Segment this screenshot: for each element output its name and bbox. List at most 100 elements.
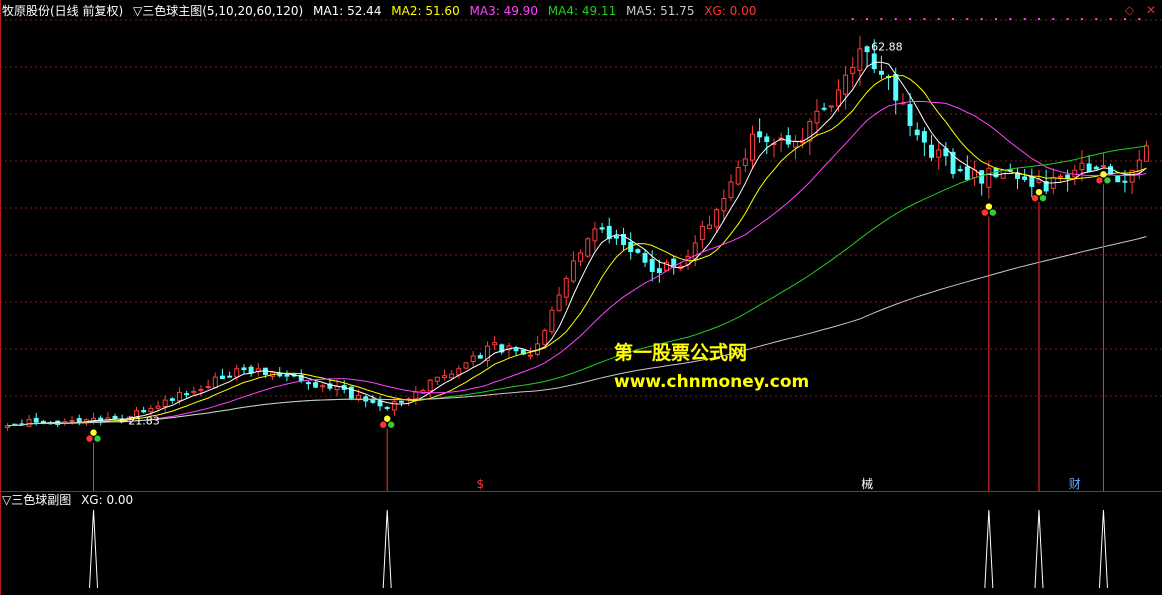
candle-body	[556, 294, 562, 312]
candle-body	[1007, 169, 1013, 172]
diamond-icon[interactable]: ◇	[1125, 3, 1134, 17]
signal-dot	[880, 18, 883, 20]
candle-body	[599, 227, 605, 230]
candle-body	[757, 131, 763, 138]
signal-dot	[851, 18, 854, 20]
candle-body	[1065, 174, 1071, 180]
candle-body	[1122, 180, 1128, 183]
sub-chart-header: ▽三色球副图 XG: 0.00	[2, 492, 139, 508]
candle-body	[699, 225, 705, 240]
candle-body	[148, 407, 154, 413]
signal-dot	[937, 18, 940, 20]
candle-body	[26, 419, 32, 427]
candle-body	[893, 74, 899, 101]
candle-body	[1029, 176, 1035, 187]
candle-body	[241, 367, 247, 371]
candle-body	[434, 376, 440, 382]
ma3-value: MA3: 49.90	[469, 4, 538, 18]
candle-body	[656, 268, 662, 273]
green-ball	[387, 421, 395, 428]
signal-dot	[894, 18, 897, 20]
candle-body	[1143, 145, 1149, 162]
candle-body	[527, 354, 533, 357]
watermark-title: 第一股票公式网	[614, 342, 748, 364]
ma1-value: MA1: 52.44	[313, 4, 382, 18]
candle-body	[1086, 163, 1092, 172]
candle-body	[1072, 169, 1078, 178]
candle-body	[449, 373, 455, 379]
candle-body	[578, 252, 584, 262]
candle-body	[642, 253, 648, 263]
stock-chart-window: 牧原股份(日线 前复权) ▽三色球主图(5,10,20,60,120) MA1:…	[0, 0, 1162, 595]
candle-body	[592, 228, 598, 242]
stock-title[interactable]: 牧原股份(日线 前复权)	[2, 4, 123, 18]
candle-body	[979, 170, 985, 184]
candle-body	[305, 382, 311, 385]
signal-dot	[966, 18, 969, 20]
candle-body	[334, 386, 340, 391]
sub-spike	[1098, 509, 1108, 589]
candle-body	[828, 105, 834, 108]
candle-body	[585, 238, 591, 257]
candle-body	[320, 385, 326, 388]
event-marker: 财	[1069, 477, 1081, 491]
candle-body	[492, 342, 498, 346]
candle-body	[936, 149, 942, 158]
ma20-line	[7, 100, 1147, 427]
candle-body	[986, 167, 992, 188]
candle-body	[427, 379, 433, 392]
red-ball	[86, 435, 93, 442]
candle-body	[707, 224, 712, 230]
candle-body	[248, 366, 254, 374]
signal-dot	[1080, 18, 1083, 20]
red-ball	[981, 209, 989, 216]
candle-body	[112, 415, 118, 420]
candle-body	[742, 158, 748, 166]
candle-body	[198, 388, 204, 392]
yellow-ball	[985, 203, 993, 210]
event-marker: $	[476, 477, 484, 491]
candle-body	[399, 400, 404, 403]
candle-body	[785, 135, 791, 145]
candle-body	[721, 198, 727, 212]
signal-dot	[952, 18, 955, 20]
green-ball	[94, 435, 101, 442]
green-ball	[989, 209, 997, 216]
candle-body	[563, 277, 569, 298]
candle-body	[413, 391, 419, 400]
yellow-ball	[1100, 171, 1107, 178]
candle-body	[878, 70, 884, 75]
price-annotation: 62.88	[871, 40, 903, 53]
candle-body	[1108, 166, 1114, 175]
chart-header: 牧原股份(日线 前复权) ▽三色球主图(5,10,20,60,120) MA1:…	[2, 2, 762, 20]
sub-spike	[1034, 509, 1044, 589]
candle-body	[843, 74, 849, 95]
green-ball	[1104, 177, 1111, 184]
candle-body	[542, 330, 548, 345]
candle-body	[442, 375, 447, 379]
candle-body	[284, 374, 290, 377]
candle-body	[857, 48, 863, 72]
signal-dot	[1066, 18, 1069, 20]
candle-body	[714, 209, 720, 228]
candle-body	[835, 89, 841, 107]
signal-dot	[980, 18, 983, 20]
candle-body	[635, 249, 641, 253]
signal-dot	[1109, 18, 1112, 20]
candle-body	[141, 409, 147, 413]
candle-body	[391, 401, 397, 411]
indicator-title[interactable]: ▽三色球主图(5,10,20,60,120)	[133, 4, 303, 18]
xg-value: XG: 0.00	[704, 4, 757, 18]
chart-canvas[interactable]: ←21.83 62.88 $ 械 财	[0, 0, 1162, 595]
sub-indicator-title[interactable]: ▽三色球副图	[2, 493, 71, 507]
candle-body	[513, 348, 519, 352]
red-ball	[379, 421, 387, 428]
candle-body	[69, 420, 75, 423]
candle-body	[1093, 166, 1099, 170]
close-icon[interactable]: ✕	[1146, 3, 1156, 17]
candle-body	[1079, 162, 1085, 171]
candle-body	[750, 133, 755, 161]
sub-spike	[89, 509, 99, 589]
candle-body	[377, 400, 383, 407]
candle-body	[177, 391, 182, 402]
